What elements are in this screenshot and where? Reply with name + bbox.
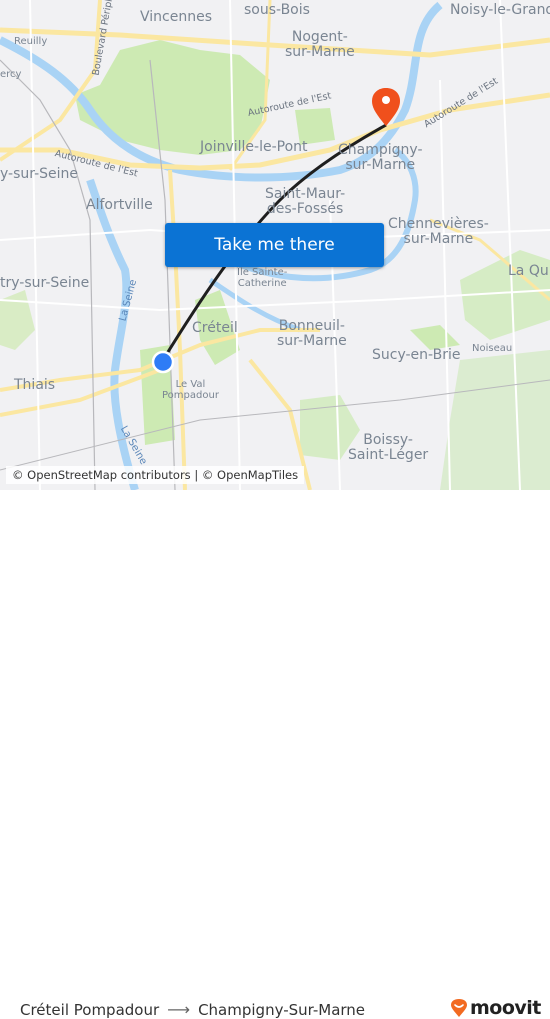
map-label-nogent: Nogent- sur-Marne	[285, 29, 355, 60]
map-label-ile-sainte-catherine: Île Sainte- Catherine	[237, 267, 288, 289]
map-label-noisy-le-grand: Noisy-le-Grand	[450, 2, 550, 18]
moovit-logo[interactable]: moovit	[450, 997, 541, 1019]
map-label-bercy: ercy	[0, 69, 22, 80]
map-label-joinville: Joinville-le-Pont	[200, 139, 308, 155]
map-label-chennevieres: Chennevières- sur-Marne	[388, 216, 489, 247]
map-label-le-val-pompadour: Le Val Pompadour	[162, 379, 219, 401]
map-label-boissy: Boissy- Saint-Léger	[348, 432, 429, 463]
map-label-sucy-en-brie: Sucy-en-Brie	[372, 347, 461, 363]
map[interactable]: Vincennes sous-Bois Noisy-le-Grand Reuil…	[0, 0, 550, 490]
map-label-bonneuil: Bonneuil- sur-Marne	[277, 318, 347, 349]
map-label-champigny: Champigny- sur-Marne	[338, 142, 423, 173]
map-label-reuilly: Reuilly	[14, 36, 48, 47]
map-attribution[interactable]: © OpenStreetMap contributors | © OpenMap…	[6, 466, 305, 484]
footer: Créteil Pompadour ⟶ Champigny-Sur-Marne …	[0, 490, 550, 1019]
moovit-pin-icon	[451, 999, 467, 1017]
map-label-noiseau: Noiseau	[472, 343, 513, 354]
arrow-right-icon: ⟶	[167, 1000, 191, 1019]
map-label-ivry: y-sur-Seine	[0, 166, 79, 182]
map-label-saint-maur: Saint-Maur- des-Fossés	[265, 186, 346, 217]
origin-name: Créteil Pompadour	[20, 1000, 160, 1019]
take-me-there-button[interactable]: Take me there	[165, 223, 384, 267]
map-label-thiais: Thiais	[14, 377, 56, 393]
map-label-la-queue: La Qu	[508, 263, 549, 279]
map-label-sous-bois: sous-Bois	[244, 2, 310, 18]
origin-dot-icon	[151, 350, 175, 374]
map-label-vitry: try-sur-Seine	[0, 275, 90, 291]
moovit-wordmark: moovit	[470, 997, 541, 1019]
map-label-creteil: Créteil	[192, 320, 238, 336]
map-label-alfortville: Alfortville	[86, 197, 153, 213]
map-label-vincennes: Vincennes	[140, 9, 212, 25]
destination-name: Champigny-Sur-Marne	[198, 1000, 366, 1019]
route-summary: Créteil Pompadour ⟶ Champigny-Sur-Marne	[20, 1000, 365, 1019]
